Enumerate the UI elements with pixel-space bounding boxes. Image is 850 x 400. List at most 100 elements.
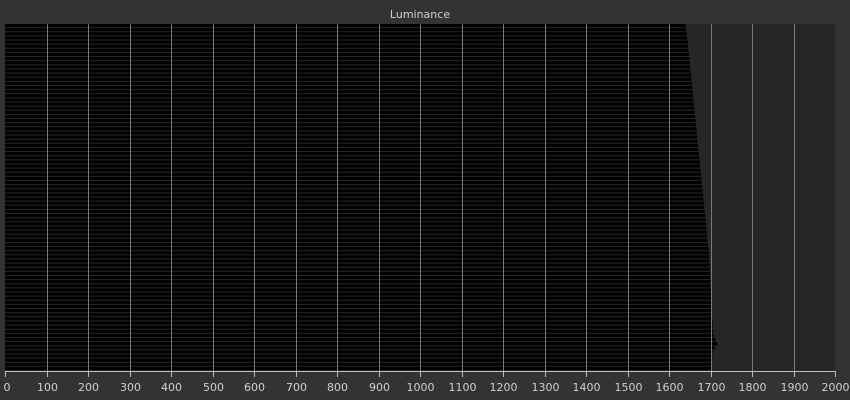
bar: [5, 32, 687, 36]
bar: [5, 180, 702, 185]
bar: [5, 147, 699, 152]
bar: [5, 218, 706, 222]
bar: [5, 317, 713, 321]
bar: [5, 164, 701, 168]
bar: [5, 185, 703, 189]
bar: [5, 81, 692, 85]
bar: [5, 143, 699, 147]
bar: [5, 309, 712, 313]
bar: [5, 106, 695, 110]
x-tick-label: 1900: [781, 381, 809, 394]
bar-chart: 0 100 200 300 400 500 600 700 800 900 1000 1100 1200…: [4, 24, 850, 394]
bar: [5, 176, 702, 180]
bar: [5, 325, 713, 329]
bar: [5, 168, 701, 172]
bar: [5, 366, 713, 370]
bar: [5, 172, 701, 176]
bar: [5, 114, 696, 119]
bar: [5, 284, 711, 288]
bar: [5, 28, 687, 32]
x-tick-label: 700: [286, 381, 307, 394]
x-tick-label: 300: [120, 381, 141, 394]
bar: [5, 358, 713, 362]
bar: [5, 238, 708, 242]
bar: [5, 329, 713, 333]
bar: [5, 110, 695, 114]
bar: [5, 189, 703, 193]
bar: [5, 131, 697, 135]
bar: [5, 259, 710, 263]
bar: [5, 201, 704, 205]
bar: [5, 226, 707, 230]
x-axis: 0 100 200 300 400 500 600 700 800 900 1000 1100 1200…: [4, 371, 850, 394]
bar: [5, 98, 694, 102]
bar: [5, 205, 705, 209]
bar: [5, 292, 711, 296]
bar: [5, 313, 713, 317]
bar: [5, 296, 712, 300]
bar: [5, 337, 716, 342]
x-tick-label: 1800: [739, 381, 767, 394]
x-tick-label: 500: [203, 381, 224, 394]
bar: [5, 135, 698, 139]
x-tick-label: 200: [78, 381, 99, 394]
bar: [5, 321, 713, 325]
bar: [5, 160, 700, 164]
bar: [5, 214, 706, 218]
bar: [5, 123, 696, 127]
bar: [5, 275, 711, 280]
bar: [5, 242, 709, 247]
luminance-chart-panel: Luminance 0 100 200 300 400 500 600 700 800 900 10…: [0, 0, 850, 400]
bar: [5, 48, 689, 52]
bar: [5, 267, 710, 271]
x-tick-label: 1200: [490, 381, 518, 394]
x-tick-label: 1500: [615, 381, 643, 394]
bar: [5, 197, 704, 201]
bar: [5, 40, 688, 44]
bar: [5, 102, 694, 106]
x-tick-label: 800: [327, 381, 348, 394]
bar: [5, 156, 700, 160]
x-tick-label: 600: [244, 381, 265, 394]
bar: [5, 44, 689, 48]
bar: [5, 77, 692, 81]
bar: [5, 288, 711, 292]
bar: [5, 90, 693, 94]
bar: [5, 127, 697, 131]
bar: [5, 61, 690, 65]
bar: [5, 251, 709, 255]
bar: [5, 350, 713, 354]
bar: [5, 193, 704, 197]
bar: [5, 333, 714, 337]
x-tick-label: 1300: [532, 381, 560, 394]
x-tick-label: 1600: [656, 381, 684, 394]
bar: [5, 85, 693, 90]
bar: [5, 263, 710, 267]
bar: [5, 280, 711, 284]
bar: [5, 255, 710, 259]
bar: [5, 69, 691, 73]
x-tick-label: 0: [4, 381, 11, 394]
bar: [5, 230, 707, 234]
x-tick-label: 900: [369, 381, 390, 394]
bar: [5, 300, 712, 304]
bar: [5, 36, 688, 40]
bar: [5, 304, 712, 309]
bar: [5, 119, 696, 123]
bar: [5, 342, 718, 346]
bar: [5, 24, 686, 28]
x-tick-label: 1700: [698, 381, 726, 394]
bar: [5, 271, 711, 275]
x-tick-label: 1000: [407, 381, 435, 394]
bar: [5, 362, 713, 366]
x-tick-label: 2000: [822, 381, 850, 394]
bar: [5, 247, 709, 251]
bar: [5, 152, 699, 156]
bar: [5, 65, 691, 69]
bar: [5, 209, 705, 214]
bar: [5, 94, 694, 98]
bar: [5, 346, 716, 350]
bar: [5, 139, 698, 143]
x-tick-label: 400: [161, 381, 182, 394]
bar: [5, 222, 706, 226]
